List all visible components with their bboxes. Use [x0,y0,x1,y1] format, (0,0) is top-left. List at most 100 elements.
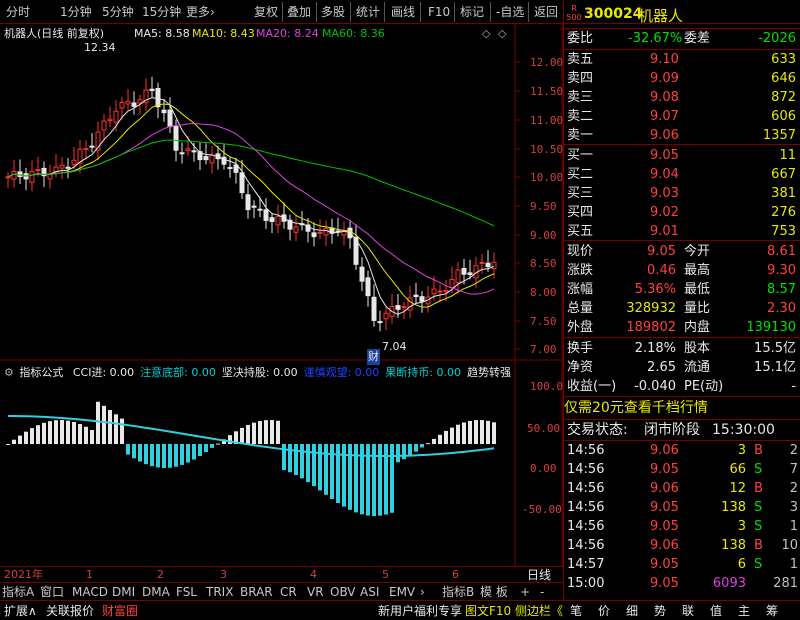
bid-label: 买一 [567,148,594,163]
ask-row[interactable]: 卖四 9.09 646 [564,70,800,88]
tab-16[interactable]: + [520,584,530,600]
indicator-item: 谨慎观望: 0.00 [303,366,380,379]
trade-side: S [754,519,763,534]
ask-label: 卖二 [567,109,594,124]
trade-count: 2 [789,481,798,496]
tab-1[interactable]: 窗口 [40,584,64,600]
back-button[interactable]: 返回 [534,3,558,21]
bid-vol: 667 [771,167,796,182]
diejia-button[interactable]: 叠加 [287,3,311,21]
indicator-title[interactable]: 指标公式 [19,366,63,379]
trade-row: 14:57 9.05 6 S 1 [564,556,800,574]
dateline-label[interactable]: 日线 [527,567,551,583]
tab-7[interactable]: BRAR [240,584,273,600]
tab-15[interactable]: 模 板 [480,584,508,600]
promo-link[interactable]: 仅需20元查看千档行情 [564,399,800,417]
side-icon-3[interactable]: 势 [654,603,666,619]
indicator-tick: 100.0 [530,380,563,393]
huaxian-button[interactable]: 画线 [391,3,415,21]
tab-fenshi[interactable]: 分时 [6,3,30,21]
price-tick: 11.00 [530,114,563,127]
f10-button[interactable]: F10 [428,3,450,21]
menu-icon[interactable]: ◇ [498,26,506,42]
ask-row[interactable]: 卖二 9.07 606 [564,108,800,126]
fuquan-button[interactable]: 复权 [254,3,278,21]
ask-price: 9.06 [650,128,679,143]
tab-12[interactable]: EMV [389,584,415,600]
tab-2[interactable]: MACD [72,584,108,600]
side-icon-0[interactable]: 笔 [570,603,582,619]
bid-row[interactable]: 买五 9.01 753 [564,223,800,241]
tab-5min[interactable]: 5分钟 [102,3,134,21]
stat-value: 189802 [626,320,676,335]
side-icon-4[interactable]: 联 [682,603,694,619]
price-tick: 8.00 [530,286,557,299]
stock-name: 机器人 [638,7,684,25]
trade-time: 15:00 [567,576,605,591]
stat-label: 今开 [684,244,711,259]
price-tick: 8.50 [530,257,557,270]
stat-row: 涨幅 5.36% 最低 8.57 [564,281,800,299]
tab-more[interactable]: 更多› [186,3,215,21]
side-icon-7[interactable]: 筹 [766,603,778,619]
bid-price: 9.04 [650,167,679,182]
tab-17[interactable]: - [540,584,544,600]
trade-time: 14:57 [567,557,605,572]
bid-row[interactable]: 买三 9.03 381 [564,185,800,203]
tab-10[interactable]: OBV [330,584,356,600]
settings-icon[interactable]: ⚙ [4,366,14,379]
side-icon-2[interactable]: 细 [626,603,638,619]
tab-4[interactable]: DMA [142,584,170,600]
bid-row[interactable]: 买二 9.04 667 [564,166,800,184]
trade-side: B [754,481,763,496]
tab-9[interactable]: VR [307,584,324,600]
tab-1min[interactable]: 1分钟 [60,3,92,21]
wealth-circle-button[interactable]: 财富圈 [102,603,138,619]
side-icon-5[interactable]: 值 [710,603,722,619]
sidebar-button[interactable]: 侧边栏《 [515,603,563,619]
new-user-button[interactable]: 新用户福利专享 [378,603,462,619]
indicator-item: 注意底部: 0.00 [140,366,216,379]
expand-button[interactable]: 扩展∧ [4,603,37,619]
ask-row[interactable]: 卖五 9.10 633 [564,51,800,69]
kline-chart[interactable]: 12.00 11.50 11.00 10.50 10.00 9.50 9.00 … [0,24,563,566]
diamond-icon[interactable]: ◇ [482,26,490,42]
biaoji-button[interactable]: 标记 [460,3,484,21]
duogu-button[interactable]: 多股 [321,3,345,21]
tongji-button[interactable]: 统计 [356,3,380,21]
date-label: 6 [452,568,459,581]
ask-row[interactable]: 卖三 9.08 872 [564,89,800,107]
tab-0[interactable]: 指标A [2,584,34,600]
tab-14[interactable]: 指标B [442,584,474,600]
tab-5[interactable]: FSL [176,584,197,600]
stat-value: -0.040 [634,379,676,394]
ask-price: 9.08 [650,90,679,105]
price-tick: 12.00 [530,56,563,69]
side-icon-6[interactable]: 主 [738,603,750,619]
tab-8[interactable]: CR [280,584,297,600]
stat-label: 流通 [684,360,711,375]
bid-label: 买五 [567,224,594,239]
bid-price: 9.02 [650,205,679,220]
cai-badge[interactable]: 财 [367,349,380,365]
bid-price: 9.05 [650,148,679,163]
tab-3[interactable]: DMI [112,584,135,600]
bid-row[interactable]: 买一 9.05 11 [564,147,800,165]
weicha-value: -2026 [758,31,796,46]
date-label: 3 [220,568,227,581]
tab-6[interactable]: TRIX [206,584,233,600]
related-quote-button[interactable]: 关联报价 [46,603,94,619]
tab-13[interactable]: › [420,584,425,600]
trade-time: 14:56 [567,462,605,477]
indicator-item: 坚决持股: 0.00 [221,366,298,379]
ask-label: 卖四 [567,71,594,86]
zixuan-button[interactable]: -自选 [496,3,524,21]
tab-15min[interactable]: 15分钟 [142,3,181,21]
side-icon-1[interactable]: 价 [598,603,610,619]
tab-11[interactable]: ASI [360,584,379,600]
f10-graphic-button[interactable]: 图文F10 [465,603,511,619]
weibi-value: -32.67% [628,31,683,46]
ask-row[interactable]: 卖一 9.06 1357 [564,127,800,145]
date-label: 1 [86,568,93,581]
bid-row[interactable]: 买四 9.02 276 [564,204,800,222]
